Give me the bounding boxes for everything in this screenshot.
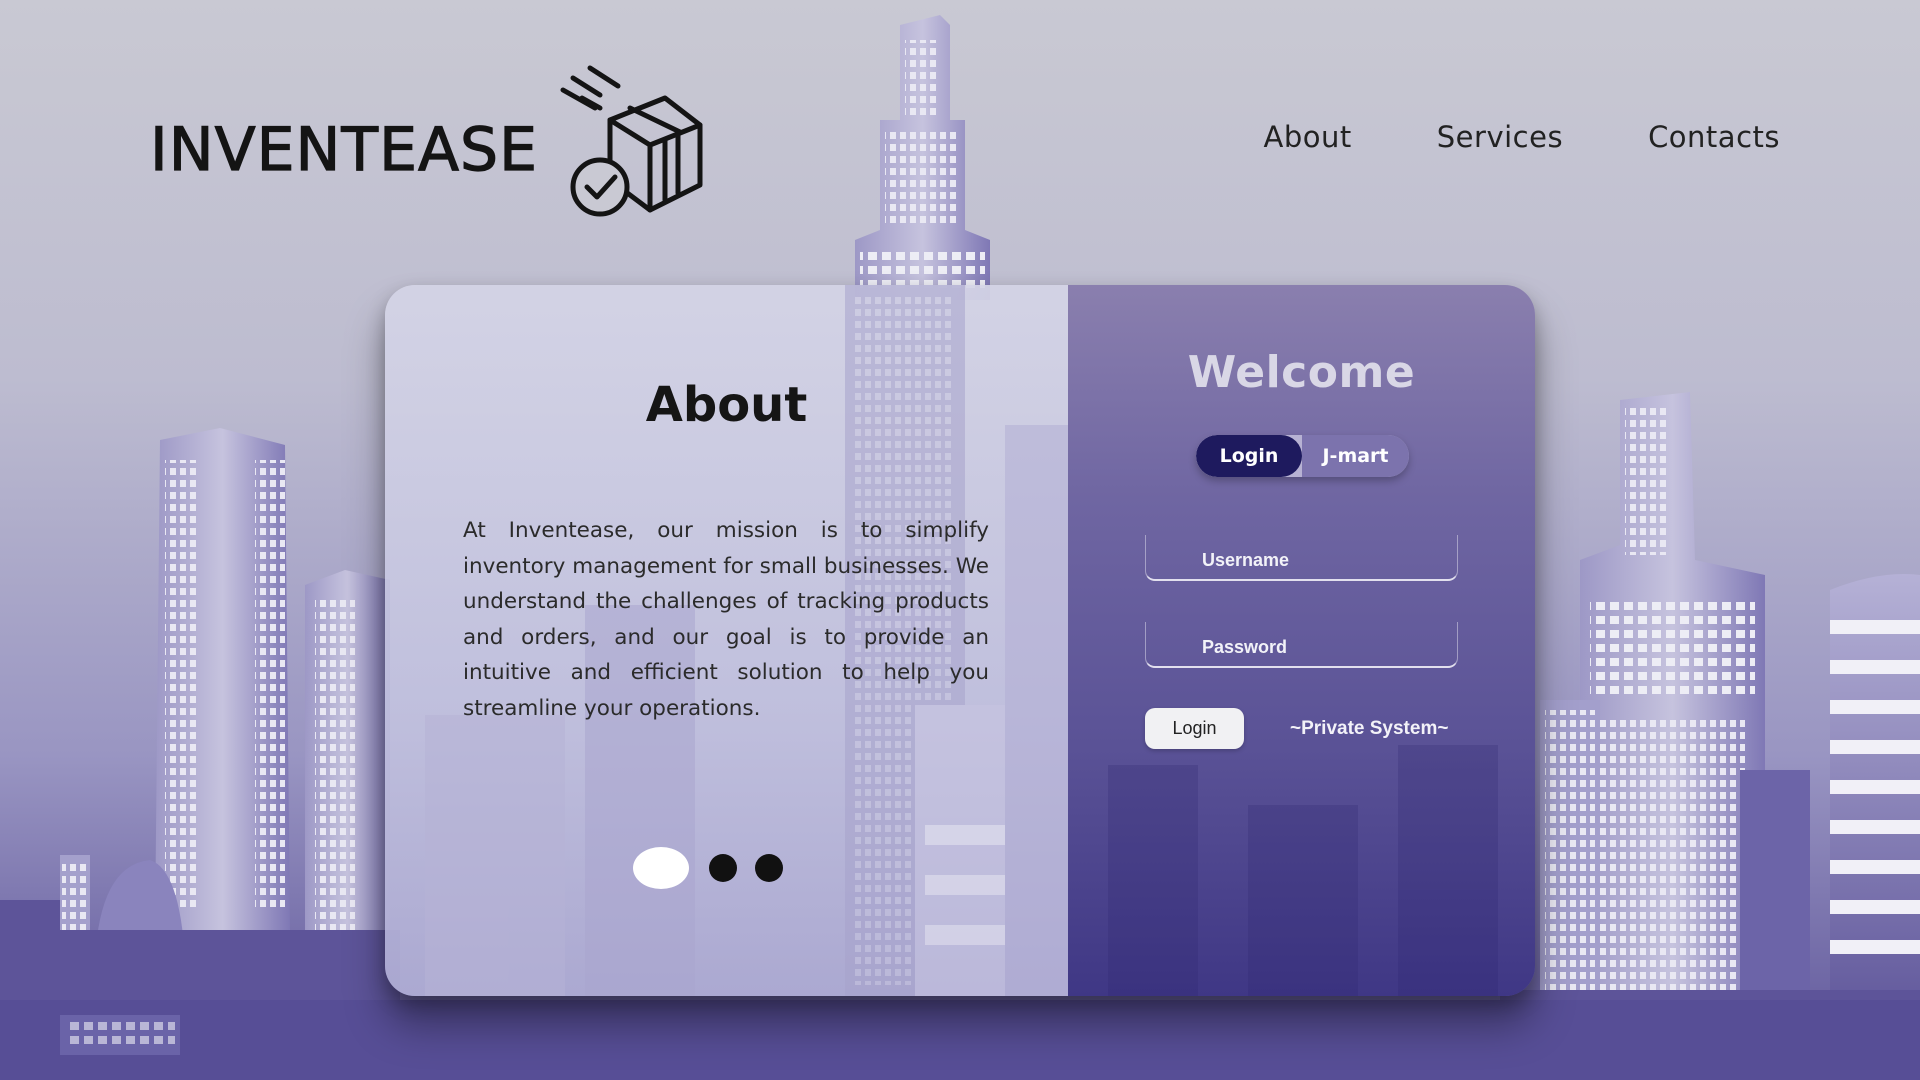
username-input[interactable] [1146, 535, 1457, 579]
about-panel: About At Inventease, our mission is to s… [385, 285, 1068, 996]
nav-contacts-link[interactable]: Contacts [1648, 120, 1780, 154]
welcome-title: Welcome [1187, 347, 1416, 398]
login-mode-toggle[interactable]: Login J-mart [1196, 435, 1409, 477]
login-button[interactable]: Login [1145, 708, 1244, 749]
main-card: About At Inventease, our mission is to s… [385, 285, 1535, 996]
brand-logo[interactable]: INVENTEASE [149, 60, 710, 230]
password-field [1145, 622, 1458, 668]
password-input[interactable] [1146, 622, 1457, 666]
carousel-dot-2[interactable] [709, 854, 737, 882]
about-title: About [645, 377, 808, 433]
about-description: At Inventease, our mission is to simplif… [463, 518, 989, 721]
box-check-icon [560, 65, 703, 217]
carousel-dot-1[interactable] [633, 847, 689, 889]
brand-name: INVENTEASE [149, 114, 539, 185]
nav-about-link[interactable]: About [1264, 120, 1352, 154]
toggle-jmart-option[interactable]: J-mart [1302, 435, 1409, 477]
toggle-login-option[interactable]: Login [1196, 435, 1302, 477]
carousel-dot-3[interactable] [755, 854, 783, 882]
login-panel: Welcome Login J-mart Login ~Private Syst… [1068, 285, 1535, 996]
private-system-note: ~Private System~ [1290, 718, 1449, 739]
username-field [1145, 535, 1458, 581]
nav-services-link[interactable]: Services [1437, 120, 1563, 154]
top-nav: About Services Contacts [1264, 120, 1780, 154]
carousel-indicators [633, 847, 783, 889]
